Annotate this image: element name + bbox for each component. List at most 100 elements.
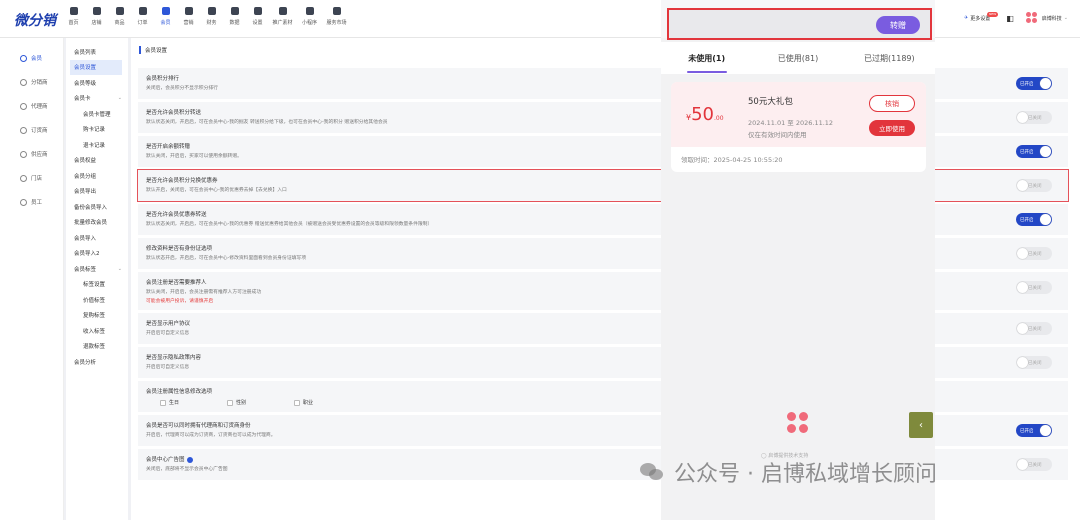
nav-item-5[interactable]: 营销 — [177, 4, 200, 34]
submenu-item-2[interactable]: 会员等级 — [66, 75, 128, 91]
section-title: 会员设置 — [139, 46, 167, 54]
submenu-item-15[interactable]: 标签设置 — [66, 277, 128, 293]
checkbox-option[interactable]: 职业 — [294, 399, 337, 406]
toggle-switch[interactable]: 已开启 — [1016, 213, 1052, 226]
nav-item-1[interactable]: 店铺 — [85, 4, 108, 34]
top-right-area: ✈ 更多设置 NEW ◧ 启博科技 ⌄ — [956, 11, 1068, 24]
submenu-item-7[interactable]: 会员权益 — [66, 153, 128, 169]
nav-item-6[interactable]: 财务 — [200, 4, 223, 34]
coupon-tabs: 未使用(1) 已使用(81) 已过期(1189) — [661, 42, 935, 74]
checkbox-option[interactable]: 生日 — [160, 399, 203, 406]
submenu-item-20[interactable]: 会员分析 — [66, 354, 128, 370]
sidebar-item-6[interactable]: 员工 — [0, 190, 63, 214]
nav-item-9[interactable]: 推广素材 — [269, 4, 296, 34]
submenu-item-14[interactable]: 会员标签 ⌄ — [66, 261, 128, 277]
nav-icon — [115, 7, 124, 15]
submenu-item-8[interactable]: 会员分组 — [66, 168, 128, 184]
sidebar-item-5[interactable]: 门店 — [0, 166, 63, 190]
submenu-item-11[interactable]: 批量修改会员 — [66, 215, 128, 231]
submenu-item-10[interactable]: 备份会员导入 — [66, 199, 128, 215]
sidebar-item-1[interactable]: 分销商 — [0, 70, 63, 94]
nav-icon — [253, 7, 262, 15]
verify-button[interactable]: 核销 — [869, 95, 915, 112]
nav-item-7[interactable]: 数据 — [223, 4, 246, 34]
nav-item-8[interactable]: 设置 — [246, 4, 269, 34]
nav-icon — [92, 7, 101, 15]
submenu-item-4[interactable]: 会员卡管理 — [66, 106, 128, 122]
nav-item-0[interactable]: 首页 — [62, 4, 85, 34]
nav-item-10[interactable]: 小程序 — [296, 4, 323, 34]
toggle-switch[interactable]: 已开启 — [1016, 77, 1052, 90]
chevron-down-icon: ⌄ — [117, 265, 122, 272]
toggle-switch[interactable]: 已开启 — [1016, 145, 1052, 158]
nav-item-3[interactable]: 订单 — [131, 4, 154, 34]
main-content: 会员设置 会员积分排行 关闭后，会员积分不显示积分排行 已开启 是否允许会员积分转送默… — [131, 38, 1080, 520]
wechat-icon — [640, 461, 666, 483]
submenu-item-19[interactable]: 退款标签 — [66, 339, 128, 355]
coupon-card: ¥50.00 50元大礼包 2024.11.01 至 2026.11.12 仅在… — [671, 82, 926, 172]
coupon-tab-2[interactable]: 已过期(1189) — [844, 42, 935, 74]
toggle-switch[interactable]: 已关闭 — [1016, 322, 1052, 335]
toggle-switch[interactable]: 已关闭 — [1016, 179, 1052, 192]
checkbox[interactable] — [294, 399, 301, 406]
nav-icon — [278, 7, 287, 15]
submenu-item-17[interactable]: 复购标签 — [66, 308, 128, 324]
toggle-switch[interactable]: 已关闭 — [1016, 458, 1052, 471]
more-settings-button[interactable]: ✈ 更多设置 NEW — [964, 11, 999, 22]
toggle-switch[interactable]: 已开启 — [1016, 424, 1052, 437]
toggle-switch[interactable]: 已关闭 — [1016, 247, 1052, 260]
nav-icon — [332, 7, 341, 15]
nav-item-2[interactable]: 商品 — [108, 4, 131, 34]
nav-icon — [161, 7, 170, 15]
submenu-item-12[interactable]: 会员导入 — [66, 230, 128, 246]
user-icon — [20, 198, 27, 206]
nav-icon — [69, 7, 78, 15]
submenu-item-16[interactable]: 价值标签 — [66, 292, 128, 308]
chevron-down-icon: ⌄ — [117, 95, 122, 102]
coupon-tab-1[interactable]: 已使用(81) — [752, 42, 843, 74]
submenu-item-13[interactable]: 会员导入2 — [66, 246, 128, 262]
toggle-switch[interactable]: 已关闭 — [1016, 356, 1052, 369]
nav-icon — [138, 7, 147, 15]
brand-logo-icon — [787, 412, 809, 434]
chevron-left-icon: ‹ — [919, 419, 923, 431]
sidebar-item-2[interactable]: 代理商 — [0, 94, 63, 118]
user-icon — [20, 78, 27, 86]
user-icon — [20, 174, 27, 182]
sidebar-item-3[interactable]: 订货商 — [0, 118, 63, 142]
checkbox[interactable] — [160, 399, 166, 406]
phone-preview: 转赠 未使用(1) 已使用(81) 已过期(1189) ¥50.00 50元大礼包 … — [661, 0, 935, 520]
watermark: 公众号 · 启博私域增长顾问 — [640, 456, 937, 488]
user-icon — [20, 102, 27, 110]
submenu-item-6[interactable]: 退卡记录 — [66, 137, 128, 153]
coupon-tab-0[interactable]: 未使用(1) — [661, 42, 752, 74]
primary-sidebar: 会员 分销商 代理商 订货商 供应商 门店 员工 — [0, 38, 64, 520]
submenu-item-3[interactable]: 会员卡 ⌄ — [66, 91, 128, 107]
submenu-item-5[interactable]: 购卡记录 — [66, 122, 128, 138]
watermark-text: 公众号 · 启博私域增长顾问 — [674, 462, 937, 487]
collapse-panel-button[interactable]: ‹ — [909, 412, 933, 438]
nav-item-4[interactable]: 会员 — [154, 4, 177, 34]
user-icon — [20, 150, 27, 158]
toggle-switch[interactable]: 已关闭 — [1016, 281, 1052, 294]
company-name[interactable]: 启博科技 ⌄ — [1042, 15, 1068, 22]
use-now-button[interactable]: 立即使用 — [869, 120, 915, 136]
submenu-item-0[interactable]: 会员列表 — [66, 44, 128, 60]
submenu-item-18[interactable]: 收入标签 — [66, 323, 128, 339]
submenu-item-1[interactable]: 会员设置 — [70, 59, 122, 75]
top-nav: 首页 店铺 商品 订单 会员 营销 财务 数据 设置 推广素材 小程序 服务市场 — [62, 4, 350, 34]
toggle-switch[interactable]: 已关闭 — [1016, 111, 1052, 124]
nav-icon — [184, 7, 193, 15]
sidebar-item-0[interactable]: 会员 — [0, 46, 63, 70]
transfer-button[interactable]: 转赠 — [876, 16, 920, 34]
user-icon — [20, 126, 27, 134]
company-logo-icon — [1025, 12, 1038, 24]
notification-icon[interactable]: ◧ — [1006, 14, 1014, 23]
checkbox-option[interactable]: 性别 — [227, 399, 270, 406]
nav-item-11[interactable]: 服务市场 — [323, 4, 350, 34]
coupon-price: ¥50.00 — [686, 104, 724, 125]
sidebar-item-4[interactable]: 供应商 — [0, 142, 63, 166]
submenu-item-9[interactable]: 会员导出 — [66, 184, 128, 200]
checkbox[interactable] — [227, 399, 234, 406]
transfer-bar: 转赠 — [667, 8, 932, 40]
